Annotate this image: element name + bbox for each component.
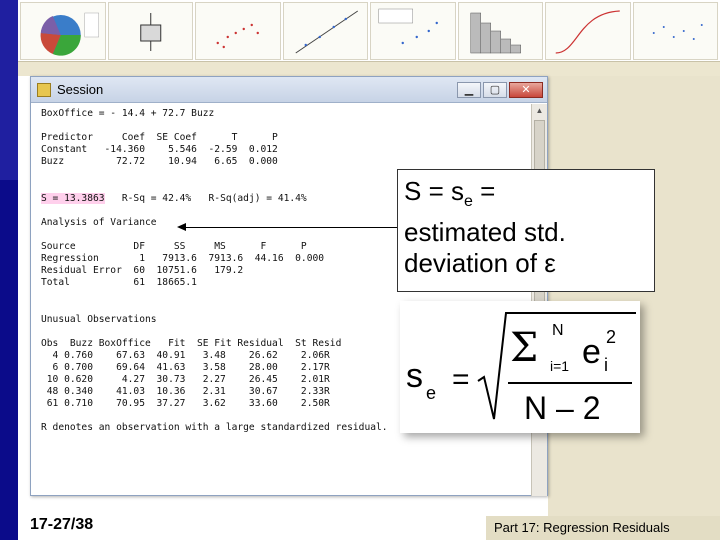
session-line: BoxOffice = - 14.4 + 72.7 Buzz: [41, 108, 215, 119]
formula-lhs: s: [406, 357, 423, 395]
formula-sum-upper: N: [552, 322, 564, 339]
callout-line-3: deviation of ε: [404, 248, 556, 279]
session-line-text: R-Sq = 42.4% R-Sq(adj) = 41.4%: [104, 192, 307, 204]
session-line: Predictor Coef SE Coef T P: [41, 132, 278, 144]
thumbnail-boxplot: [107, 2, 193, 60]
callout-line-1: S = se =: [404, 176, 496, 211]
standard-error-formula: s e = Σ N i=1 e i 2 N – 2: [400, 301, 640, 433]
session-window-icon: [37, 82, 51, 97]
left-accent-bar: [0, 0, 18, 540]
scroll-up-arrow-icon[interactable]: ▲: [532, 104, 547, 118]
vertical-scrollbar[interactable]: ▲: [531, 104, 547, 496]
session-output[interactable]: BoxOffice = - 14.4 + 72.7 Buzz Predictor…: [31, 104, 531, 496]
thumbnail-cdf-plot: [545, 2, 631, 60]
thumbnail-pie-chart: [20, 2, 106, 60]
minimize-button[interactable]: ▁: [457, 81, 481, 98]
session-line: [41, 120, 531, 132]
formula-sum: Σ: [510, 325, 538, 371]
formula-equals: =: [452, 363, 470, 396]
callout-line-2: estimated std.: [404, 217, 566, 248]
thumbnail-scatter-1: [195, 2, 281, 60]
session-line: Constant -14.360 5.546 -2.59 0.012: [41, 144, 278, 156]
thumbnail-strip: [18, 0, 720, 62]
thumbnail-scatter-2: [282, 2, 368, 60]
formula-term-sup: 2: [606, 327, 616, 347]
footer-title: Part 17: Regression Residuals: [486, 516, 720, 540]
annotation-arrow: [183, 227, 400, 228]
maximize-button[interactable]: ▢: [483, 81, 507, 98]
annotation-arrowhead: [177, 223, 186, 231]
slide-number: 17-27/38: [30, 516, 94, 533]
formula-term-sub: i: [604, 355, 608, 375]
formula-lhs-sub: e: [426, 383, 436, 403]
session-titlebar[interactable]: Session ▁ ▢ ✕: [31, 77, 547, 103]
s-value-highlight: S = 13.3863: [41, 192, 105, 204]
thumbnail-histogram: [457, 2, 543, 60]
session-line: Buzz 72.72 10.94 6.65 0.000: [41, 156, 278, 168]
formula-sum-lower: i=1: [550, 358, 569, 374]
thumbnail-residual-plot: [632, 2, 718, 60]
left-accent-dark: [0, 180, 18, 540]
formula-denominator: N – 2: [524, 390, 600, 426]
close-button[interactable]: ✕: [509, 81, 543, 98]
session-window-title: Session: [57, 82, 104, 97]
formula-term: e: [582, 333, 601, 371]
s-definition-callout: S = se = estimated std. deviation of ε: [397, 169, 655, 292]
header-band: [18, 62, 720, 76]
thumbnail-formula-plot: [370, 2, 456, 60]
